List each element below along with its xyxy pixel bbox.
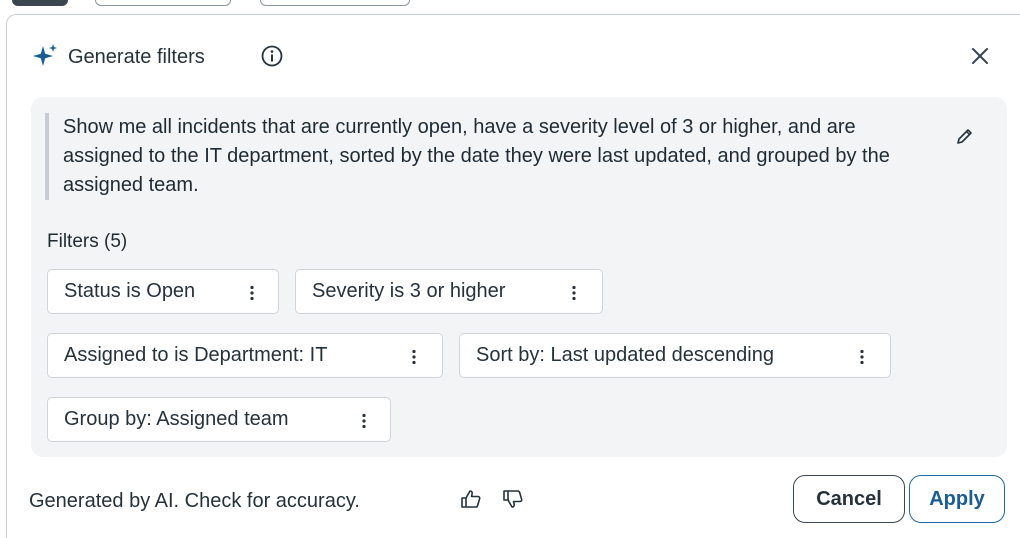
toolbar-strip xyxy=(0,0,1020,14)
filter-chip[interactable]: Status is Open xyxy=(47,269,279,314)
kebab-menu-icon[interactable] xyxy=(242,270,262,315)
cancel-button[interactable]: Cancel xyxy=(793,475,905,523)
toolbar-tab[interactable] xyxy=(12,0,68,6)
dialog-title: Generate filters xyxy=(68,46,205,68)
filters-heading: Filters (5) xyxy=(47,231,128,252)
filters-panel: Show me all incidents that are currently… xyxy=(31,97,1007,457)
toolbar-tab[interactable] xyxy=(260,0,410,6)
sparkle-icon xyxy=(33,44,57,66)
filter-chip-label: Severity is 3 or higher xyxy=(312,280,506,302)
toolbar-tab[interactable] xyxy=(95,0,231,6)
generate-filters-dialog: Generate filters Show me all incidents t… xyxy=(6,14,1020,538)
pencil-icon[interactable] xyxy=(953,126,975,148)
dialog-footer: Generated by AI. Check for accuracy. Can… xyxy=(7,473,1020,533)
kebab-menu-icon[interactable] xyxy=(564,270,584,315)
thumbs-down-icon[interactable] xyxy=(501,487,525,511)
dialog-header: Generate filters xyxy=(7,15,1020,95)
filter-chip[interactable]: Group by: Assigned team xyxy=(47,397,391,442)
kebab-menu-icon[interactable] xyxy=(404,334,424,379)
filter-chip-label: Assigned to is Department: IT xyxy=(64,344,328,366)
prompt-text: Show me all incidents that are currently… xyxy=(45,113,925,200)
thumbs-up-icon[interactable] xyxy=(459,487,483,511)
filter-chip-label: Group by: Assigned team xyxy=(64,408,289,430)
filter-chip-label: Sort by: Last updated descending xyxy=(476,344,774,366)
filter-chip[interactable]: Severity is 3 or higher xyxy=(295,269,603,314)
close-icon[interactable] xyxy=(969,45,991,67)
ai-disclaimer: Generated by AI. Check for accuracy. xyxy=(29,490,360,512)
filter-chip[interactable]: Sort by: Last updated descending xyxy=(459,333,891,378)
filter-chip-label: Status is Open xyxy=(64,280,196,302)
kebab-menu-icon[interactable] xyxy=(354,398,374,443)
kebab-menu-icon[interactable] xyxy=(852,334,872,379)
apply-button[interactable]: Apply xyxy=(909,475,1005,523)
filter-chip[interactable]: Assigned to is Department: IT xyxy=(47,333,443,378)
info-icon[interactable] xyxy=(260,44,284,68)
